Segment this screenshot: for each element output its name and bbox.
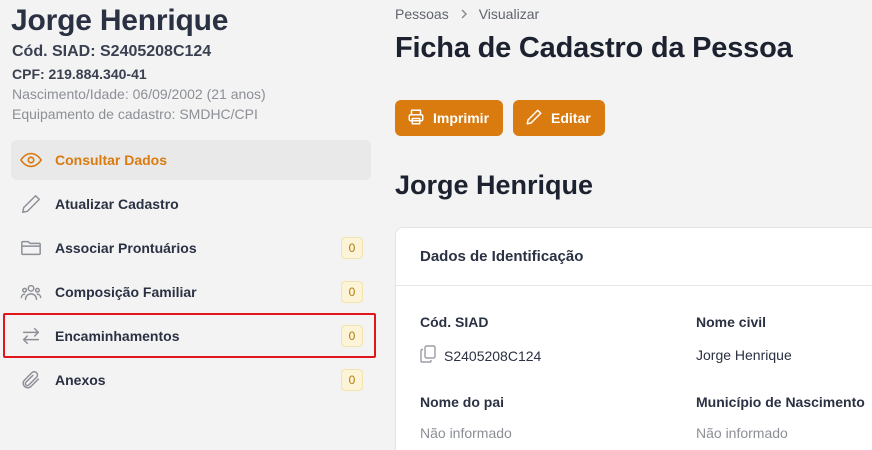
birthplace-label: Município de Nascimento <box>696 394 865 410</box>
sidebar-item-label: Encaminhamentos <box>55 328 180 344</box>
edit-button[interactable]: Editar <box>513 100 605 136</box>
sidebar-item-atualizar-cadastro[interactable]: Atualizar Cadastro <box>11 184 371 224</box>
sidebar: Jorge Henrique Cód. SIAD: S2405208C124 C… <box>0 0 382 450</box>
paperclip-icon <box>19 368 43 392</box>
person-heading: Jorge Henrique <box>395 170 594 200</box>
printer-icon <box>407 108 425 129</box>
identification-card: Dados de Identificação Cód. SIAD S240520… <box>395 227 872 450</box>
print-button-label: Imprimir <box>433 110 490 126</box>
siad-field: S2405208C124 <box>420 345 541 366</box>
arrows-exchange-icon <box>19 324 43 348</box>
sidebar-item-composicao-familiar[interactable]: Composição Familiar 0 <box>11 272 371 312</box>
users-icon <box>19 280 43 304</box>
pencil-icon <box>525 108 543 129</box>
siad-code: Cód. SIAD: S2405208C124 <box>12 43 212 60</box>
sidebar-item-label: Composição Familiar <box>55 284 197 300</box>
sidebar-item-anexos[interactable]: Anexos 0 <box>11 360 371 400</box>
count-badge: 0 <box>341 237 363 259</box>
sidebar-item-encaminhamentos[interactable]: Encaminhamentos 0 <box>11 316 371 356</box>
sidebar-item-associar-prontuarios[interactable]: Associar Prontuários 0 <box>11 228 371 268</box>
print-button[interactable]: Imprimir <box>395 100 504 136</box>
page-title: Ficha de Cadastro da Pessoa <box>395 32 793 64</box>
main-content: Pessoas Visualizar Ficha de Cadastro da … <box>382 0 872 450</box>
sidebar-item-label: Atualizar Cadastro <box>55 196 179 212</box>
registration-equipment: Equipamento de cadastro: SMDHC/CPI <box>12 106 258 122</box>
father-name-value: Não informado <box>420 425 512 441</box>
person-name: Jorge Henrique <box>11 4 229 37</box>
civil-name-value: Jorge Henrique <box>696 347 792 363</box>
cpf: CPF: 219.884.340-41 <box>12 66 147 82</box>
count-badge: 0 <box>341 281 363 303</box>
sidebar-item-consultar-dados[interactable]: Consultar Dados <box>11 140 371 180</box>
father-name-label: Nome do pai <box>420 394 505 410</box>
siad-value: S2405208C124 <box>444 347 542 364</box>
siad-label: Cód. SIAD <box>420 314 489 330</box>
civil-name-label: Nome civil <box>696 314 767 330</box>
eye-icon <box>19 148 43 172</box>
breadcrumb-item-pessoas[interactable]: Pessoas <box>395 6 449 22</box>
edit-button-label: Editar <box>551 110 591 126</box>
sidebar-item-label: Consultar Dados <box>55 152 168 168</box>
birthplace-value: Não informado <box>696 425 788 441</box>
sidebar-item-label: Anexos <box>55 372 106 388</box>
pencil-icon <box>19 192 43 216</box>
copy-icon[interactable] <box>420 345 436 366</box>
chevron-right-icon <box>459 7 469 22</box>
count-badge: 0 <box>341 325 363 347</box>
breadcrumb-item-visualizar: Visualizar <box>478 6 540 22</box>
sidebar-menu: Consultar Dados Atualizar Cadastro Assoc… <box>11 140 371 404</box>
sidebar-item-label: Associar Prontuários <box>55 240 197 256</box>
birth-info: Nascimento/Idade: 06/09/2002 (21 anos) <box>12 86 266 102</box>
breadcrumb: Pessoas Visualizar <box>395 6 539 22</box>
folder-icon <box>19 236 43 260</box>
count-badge: 0 <box>341 369 363 391</box>
card-title: Dados de Identificação <box>396 228 872 286</box>
